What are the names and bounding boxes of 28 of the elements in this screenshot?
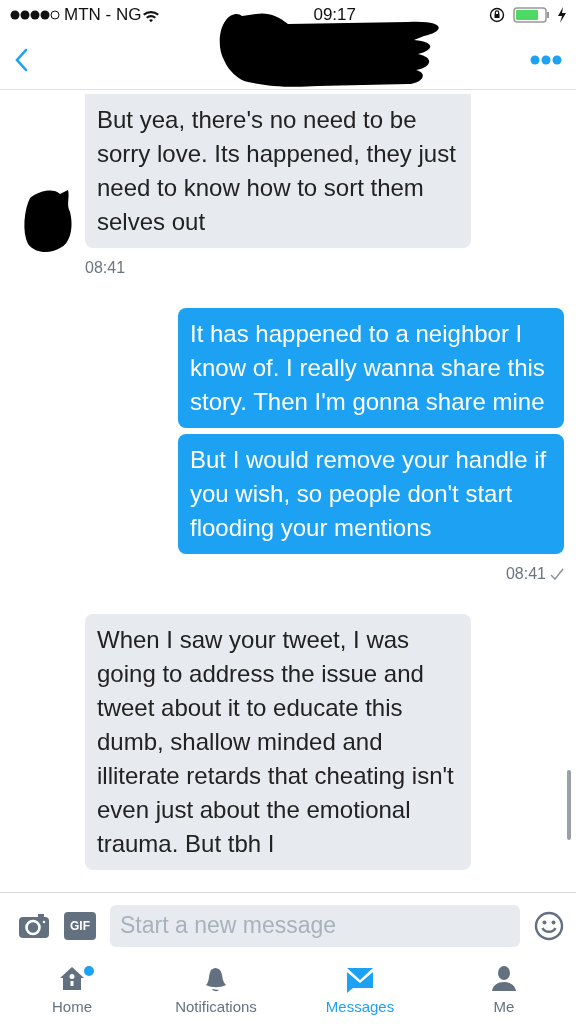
- status-time: 09:17: [313, 4, 356, 27]
- tab-bar-item[interactable]: Me: [432, 958, 576, 1024]
- carrier-name: MTN - NG: [64, 4, 142, 27]
- tab-bar-item[interactable]: Messages: [288, 958, 432, 1024]
- charging-icon: [558, 7, 566, 23]
- message-bubble: It has happened to a neighbor I know of. I really wanna share this story. Then I'm gonna share mine: [178, 308, 564, 428]
- message-input[interactable]: Start a new message: [110, 904, 520, 947]
- message-bubble: But I would remove your handle if you wish, so people don't start flooding your mentions: [178, 434, 564, 554]
- camera-button[interactable]: [18, 912, 50, 939]
- message-time: 08:41: [85, 258, 126, 278]
- rotation-lock-icon: [489, 7, 505, 23]
- message-bubble: But yea, there's no need to be sorry love. Its happened, they just need to know how to sort them selves out: [85, 94, 471, 248]
- emoji-button[interactable]: [534, 910, 564, 941]
- more-button[interactable]: [530, 54, 562, 65]
- gif-button[interactable]: GIF: [64, 911, 96, 940]
- back-button[interactable]: [14, 47, 30, 72]
- signal-icon: [10, 9, 60, 21]
- back-icon: [14, 47, 30, 72]
- message-bubble: When I saw your tweet, I was going to address the issue and tweet about it to educate this dumb, shallow minded and illiterate retards that cheating isn't even just about the emotional trauma. But tbh I: [85, 614, 471, 870]
- tab-bar-item[interactable]: Home: [0, 958, 144, 1024]
- tab-bar-item[interactable]: Notifications: [144, 958, 288, 1024]
- camera-icon: [18, 912, 50, 939]
- scroll-indicator: [567, 770, 571, 840]
- emoji-icon: [534, 910, 564, 941]
- message-time: 08:41: [505, 564, 546, 584]
- more-icon: [530, 54, 562, 65]
- battery-icon: [513, 7, 550, 23]
- person-icon: [489, 963, 519, 994]
